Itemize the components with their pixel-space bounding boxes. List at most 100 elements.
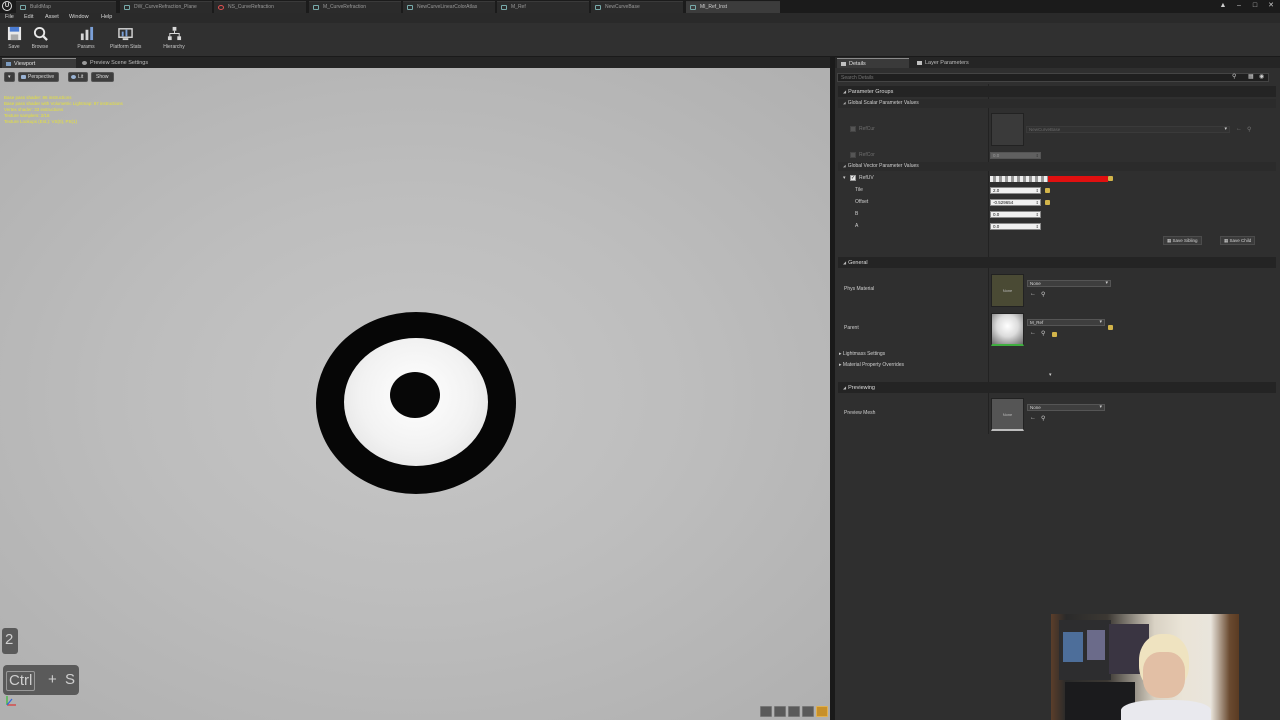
category-general[interactable]: General bbox=[838, 257, 1276, 268]
group-global-vector[interactable]: Global Vector Parameter Values bbox=[838, 162, 1276, 171]
menu-asset[interactable]: Asset bbox=[45, 14, 59, 20]
keystroke-number-overlay: 2 bbox=[2, 628, 18, 654]
browse-asset-icon[interactable]: ⚲ bbox=[1041, 291, 1045, 298]
platform-stats-icon bbox=[117, 28, 133, 41]
document-tab-active[interactable]: MI_Ref_Inst bbox=[686, 1, 780, 13]
reset-to-default-icon[interactable] bbox=[1108, 325, 1113, 330]
lit-icon bbox=[71, 75, 76, 79]
refuv-color-swatch[interactable] bbox=[1048, 176, 1108, 182]
b-value-field[interactable]: 0.0 bbox=[990, 211, 1041, 218]
menu-help[interactable]: Help bbox=[101, 14, 112, 20]
material-property-overrides-row[interactable]: ▸ Material Property Overrides bbox=[839, 362, 904, 368]
document-tab[interactable]: NS_CurveRefraction bbox=[214, 1, 306, 13]
phys-material-combo[interactable]: None bbox=[1027, 280, 1111, 287]
category-parameter-groups[interactable]: Parameter Groups bbox=[838, 86, 1276, 97]
save-sibling-button[interactable]: ▦ Save Sibling bbox=[1163, 236, 1202, 245]
offset-value-field[interactable]: -0.529654 bbox=[990, 199, 1041, 206]
lit-button[interactable]: Lit bbox=[68, 72, 89, 82]
menu-edit[interactable]: Edit bbox=[24, 14, 33, 20]
material-icon bbox=[501, 5, 507, 10]
refcur-thumbnail bbox=[991, 113, 1024, 146]
parent-thumbnail bbox=[991, 313, 1024, 346]
eye-icon[interactable]: ◉ bbox=[1259, 73, 1264, 80]
refuv-enable-checkbox[interactable] bbox=[850, 175, 856, 181]
parent-material-combo[interactable]: M_Ref bbox=[1027, 319, 1105, 326]
browse-asset-icon[interactable]: ⚲ bbox=[1247, 126, 1251, 133]
category-previewing[interactable]: Previewing bbox=[838, 382, 1276, 393]
reset-to-default-icon[interactable] bbox=[1045, 188, 1050, 193]
advanced-chevron-icon[interactable]: ▾ bbox=[1049, 372, 1052, 378]
hierarchy-button[interactable]: Hierarchy bbox=[159, 25, 189, 55]
refcor-value-field[interactable]: 0.0 bbox=[990, 152, 1041, 159]
a-value-field[interactable]: 0.0 bbox=[990, 223, 1041, 230]
params-button[interactable]: Params bbox=[73, 25, 99, 55]
tab-viewport[interactable]: Viewport bbox=[2, 58, 76, 68]
curve-atlas-icon bbox=[407, 5, 413, 10]
preview-mesh-combo[interactable]: None bbox=[1027, 404, 1105, 411]
tab-details[interactable]: Details bbox=[837, 58, 909, 68]
lightmass-settings-row[interactable]: ▸ Lightmass Settings bbox=[839, 351, 885, 357]
use-selected-icon[interactable]: ← bbox=[1030, 291, 1036, 297]
tab-preview-scene-settings[interactable]: Preview Scene Settings bbox=[78, 58, 158, 68]
group-global-scalar[interactable]: Global Scalar Parameter Values bbox=[838, 99, 1276, 108]
curve-icon bbox=[595, 5, 601, 10]
preview-cube-button[interactable] bbox=[802, 706, 814, 717]
document-tab[interactable]: BuildMap bbox=[16, 1, 116, 13]
menu-window[interactable]: Window bbox=[69, 14, 89, 20]
search-details-input[interactable] bbox=[837, 73, 1269, 82]
viewport-options-button[interactable]: ▾ bbox=[4, 72, 15, 82]
browse-icon bbox=[33, 26, 48, 41]
browse-asset-icon[interactable]: ⚲ bbox=[1041, 330, 1045, 337]
document-tab[interactable]: DW_CurveRefraction_Plane bbox=[120, 1, 212, 13]
hierarchy-icon bbox=[167, 26, 181, 41]
menu-file[interactable]: File bbox=[5, 14, 14, 20]
save-button[interactable]: Save bbox=[1, 25, 27, 55]
minimize-icon[interactable]: – bbox=[1234, 2, 1244, 10]
toolbar: Save Browse Params Platform Stats Hierar… bbox=[0, 23, 1280, 57]
document-tab[interactable]: NewCurveLinearColorAtlas bbox=[403, 1, 495, 13]
refcur-enable-checkbox[interactable] bbox=[850, 126, 856, 132]
save-child-button[interactable]: ▦ Save Child bbox=[1220, 236, 1256, 245]
reset-to-default-icon[interactable] bbox=[1108, 176, 1113, 181]
phys-material-label: Phys Material bbox=[844, 286, 875, 292]
preview-mesh-button[interactable] bbox=[816, 706, 828, 717]
stats-line: Vertex shader: 33 instructions bbox=[4, 107, 64, 112]
webcam-poster bbox=[1087, 630, 1105, 660]
use-selected-icon[interactable]: ← bbox=[1030, 330, 1036, 336]
reset-to-default-icon[interactable] bbox=[1045, 200, 1050, 205]
unreal-logo-icon: U bbox=[2, 1, 12, 11]
document-tab[interactable]: NewCurveBase bbox=[591, 1, 683, 13]
tile-label: Tile bbox=[855, 187, 863, 193]
tab-layer-parameters[interactable]: Layer Parameters bbox=[913, 58, 993, 68]
preview-cylinder-button[interactable] bbox=[760, 706, 772, 717]
use-selected-icon[interactable]: ← bbox=[1236, 126, 1242, 132]
preview-plane-button[interactable] bbox=[788, 706, 800, 717]
perspective-button[interactable]: Perspective bbox=[18, 72, 60, 82]
tile-value-field[interactable]: 2.0 bbox=[990, 187, 1041, 194]
use-selected-icon[interactable]: ← bbox=[1030, 415, 1036, 421]
search-icon: ⚲ bbox=[1232, 74, 1237, 80]
preview-sphere-button[interactable] bbox=[774, 706, 786, 717]
help-icon[interactable]: ▲ bbox=[1218, 2, 1228, 10]
axis-gizmo-icon bbox=[6, 696, 16, 706]
expand-arrow-icon[interactable]: ▾ bbox=[843, 175, 846, 181]
maximize-icon[interactable]: □ bbox=[1250, 2, 1260, 10]
browse-button[interactable]: Browse bbox=[27, 25, 53, 55]
refcor-enable-checkbox[interactable] bbox=[850, 152, 856, 158]
phys-material-thumbnail: None bbox=[991, 274, 1024, 307]
grid-view-icon[interactable]: ▦ bbox=[1248, 73, 1254, 80]
close-icon[interactable]: ✕ bbox=[1266, 2, 1276, 10]
document-tab[interactable]: M_CurveRefraction bbox=[309, 1, 401, 13]
refcur-curve-combo[interactable]: NewCurveBase bbox=[1026, 126, 1230, 133]
show-button[interactable]: Show bbox=[91, 72, 114, 82]
webcam-poster bbox=[1063, 632, 1083, 662]
document-tab[interactable]: M_Ref bbox=[497, 1, 589, 13]
stats-line: Texture samplers: 2/16 bbox=[4, 113, 50, 118]
browse-asset-icon[interactable]: ⚲ bbox=[1041, 415, 1045, 422]
platform-stats-button[interactable]: Platform Stats bbox=[110, 25, 141, 55]
preview-sphere-center bbox=[390, 372, 440, 418]
reset-to-default-icon[interactable] bbox=[1052, 332, 1057, 337]
webcam-overlay bbox=[1051, 614, 1239, 720]
niagara-icon bbox=[218, 5, 224, 10]
material-preview-viewport[interactable]: ▾ Perspective Lit Show Base pass shader:… bbox=[0, 68, 830, 720]
